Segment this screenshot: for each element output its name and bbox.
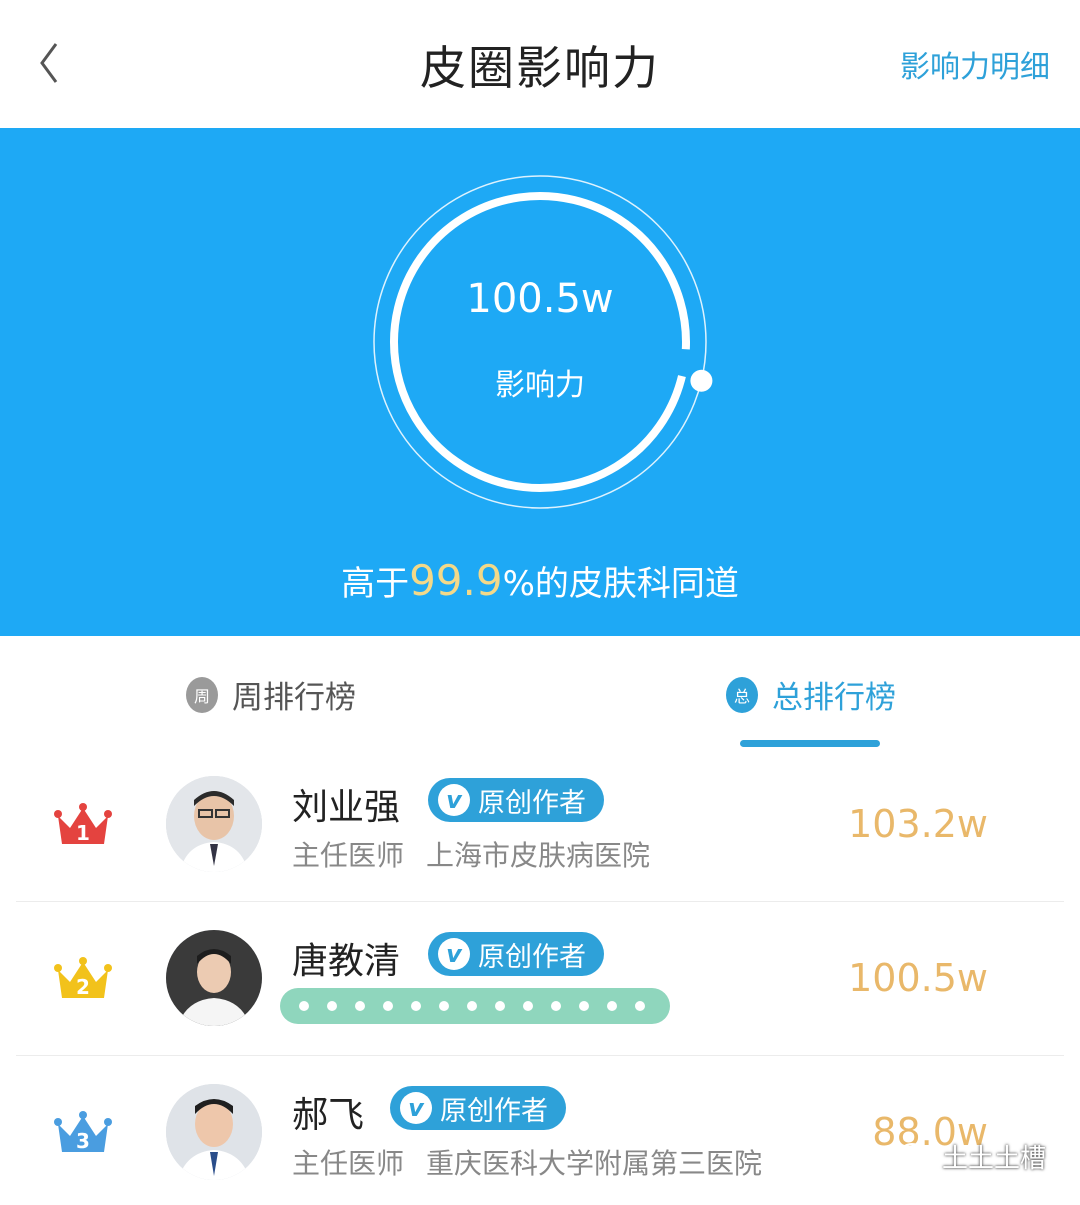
verified-v-icon: v (438, 938, 470, 970)
compare-percent: 99.9 (409, 556, 503, 605)
influence-ring (373, 175, 713, 509)
influence-value: 100.5w (848, 956, 988, 1000)
influence-score: 100.5w (466, 276, 614, 322)
crown-rank-3-icon: 3 (54, 1111, 112, 1153)
ranking-row[interactable]: 3 郝飞 v 原创作者 主任医师 重庆医科大学附属第三医院 88.0w (0, 1056, 1080, 1205)
doctor-subtitle: 主任医师 重庆医科大学附属第三医院 (292, 1142, 762, 1182)
doctor-name: 郝飞 (292, 1095, 365, 1136)
crown-rank-2-icon: 2 (54, 957, 112, 999)
active-tab-indicator (740, 740, 880, 747)
watermark-text: 土土土槽 (941, 1144, 1046, 1174)
influence-score-label: 影响力 (495, 368, 585, 403)
verified-v-icon: v (438, 784, 470, 816)
svg-text:3: 3 (76, 1129, 90, 1153)
avatar[interactable] (166, 930, 262, 1026)
svg-text:1: 1 (76, 821, 90, 845)
app-header: 皮圈影响力 影响力明细 (0, 0, 1080, 128)
redaction-mark (280, 988, 670, 1024)
compare-prefix: 高于 (341, 564, 410, 604)
doctor-name: 刘业强 (292, 787, 401, 828)
tab-weekly-ranking[interactable]: 周 周排行榜 (186, 672, 356, 717)
tab-label: 总排行榜 (772, 680, 896, 716)
original-author-badge: v 原创作者 (390, 1086, 566, 1130)
doctor-title: 主任医师 (292, 839, 405, 872)
influence-value: 103.2w (848, 802, 988, 846)
medal-icon: 周 (186, 676, 218, 713)
avatar[interactable] (166, 1084, 262, 1180)
influence-detail-link[interactable]: 影响力明细 (900, 42, 1050, 86)
tab-label: 周排行榜 (232, 680, 356, 716)
ranking-tabs: 周 周排行榜 总 总排行榜 (0, 636, 1080, 748)
avatar[interactable] (166, 776, 262, 872)
original-author-badge: v 原创作者 (428, 778, 604, 822)
wechat-watermark: 土土土槽 (898, 1138, 1046, 1175)
compare-suffix: %的皮肤科同道 (502, 564, 739, 604)
wechat-icon (898, 1142, 933, 1170)
doctor-hospital: 上海市皮肤病医院 (426, 839, 651, 872)
peer-comparison: 高于99.9%的皮肤科同道 (0, 556, 1080, 605)
original-author-badge: v 原创作者 (428, 932, 604, 976)
svg-text:2: 2 (76, 975, 90, 999)
doctor-hospital: 重庆医科大学附属第三医院 (426, 1147, 763, 1180)
doctor-title: 主任医师 (292, 1147, 405, 1180)
tab-total-ranking[interactable]: 总 总排行榜 (726, 672, 896, 717)
doctor-name: 唐教清 (292, 941, 401, 982)
crown-rank-1-icon: 1 (54, 803, 112, 845)
influence-hero: 100.5w 影响力 高于99.9%的皮肤科同道 (0, 128, 1080, 636)
ranking-row[interactable]: 1 刘业强 v 原创作者 主任医师 上海市皮肤病医院 103.2w (0, 748, 1080, 902)
medal-icon: 总 (726, 676, 758, 713)
doctor-subtitle: 主任医师 上海市皮肤病医院 (292, 834, 650, 874)
ranking-row[interactable]: 2 唐教清 v 原创作者 100.5w (0, 902, 1080, 1056)
verified-v-icon: v (400, 1092, 432, 1124)
